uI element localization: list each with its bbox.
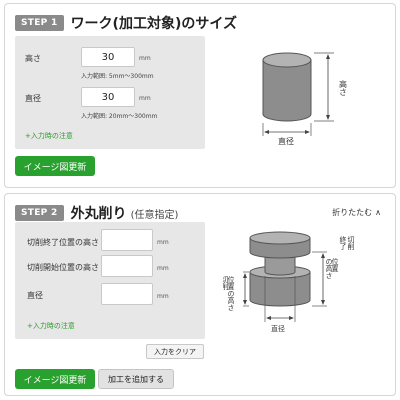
diameter-arrow-left [264, 130, 269, 134]
cylinder-diagram: 高さ 直径 [262, 52, 348, 146]
step1-note-link[interactable]: +入力時の注意 [25, 131, 73, 141]
height-range-hint: 入力範囲: 5mm〜300mm [81, 73, 154, 80]
start-height-input[interactable] [101, 255, 153, 277]
start-arrow-top [243, 273, 247, 278]
step1-update-image-button[interactable]: イメージ図更新 [15, 156, 95, 176]
outer-turning-diagram: 切削 開始 切削 終了 位置 の高さ 直径 [223, 231, 355, 333]
collapse-toggle[interactable]: 折りたたむ ∧ [332, 207, 381, 218]
height-dimension-label: 高さ [339, 79, 348, 96]
diameter-input[interactable] [81, 87, 135, 107]
diameter-arrow-right [305, 130, 310, 134]
step2-form-panel: 切削終了位置の高さ mm 切削開始位置の高さ mm 直径 mm +入力時の注意 [15, 222, 205, 339]
step1-card: STEP 1 ワーク(加工対象)のサイズ 高さ mm 入力範囲: 5mm〜300… [4, 3, 396, 188]
diameter-unit: mm [139, 95, 151, 102]
start-label-3: 位置 [227, 276, 235, 290]
end-label-2: 終了 [339, 235, 347, 250]
end-label-1: 切削 [347, 236, 355, 250]
step2-card: STEP 2 外丸削り (任意指定) 折りたたむ ∧ 切削終了位置の高さ mm … [4, 193, 396, 396]
diameter-label: 直径 [25, 94, 41, 103]
add-machining-button[interactable]: 加工を追加する [98, 369, 174, 389]
height-label: 高さ [25, 54, 41, 63]
end-arrow-bottom [321, 300, 325, 305]
cut-diameter-arrow-left [266, 316, 271, 320]
diameter-dimension-label: 直径 [278, 136, 294, 146]
height-arrow-top [326, 54, 330, 59]
cut-diameter-label: 直径 [27, 291, 43, 300]
start-height-unit: mm [157, 265, 169, 272]
step2-badge: STEP 2 [15, 205, 64, 221]
end-height-label: 切削終了位置の高さ [27, 238, 99, 247]
cut-diameter-input[interactable] [101, 283, 153, 305]
step2-header: STEP 2 外丸削り (任意指定) [15, 203, 178, 223]
height-arrow-bottom [326, 115, 330, 120]
clear-input-button[interactable]: 入力をクリア [146, 344, 204, 359]
end-label-4: の高さ [325, 258, 333, 280]
diameter-range-hint: 入力範囲: 20mm〜300mm [81, 113, 158, 120]
chevron-up-icon: ∧ [375, 208, 381, 217]
step1-form-panel: 高さ mm 入力範囲: 5mm〜300mm 直径 mm 入力範囲: 20mm〜3… [15, 36, 205, 149]
step2-subtitle: (任意指定) [130, 209, 179, 221]
start-label-rest: 位置の高さ [227, 276, 235, 332]
cut-diameter-arrow-right [289, 316, 294, 320]
cut-diameter-dimension-label: 直径 [271, 324, 285, 333]
cylinder-top [262, 52, 312, 68]
cut-diameter-unit: mm [157, 293, 169, 300]
upper-top-face [249, 231, 311, 245]
step1-header: STEP 1 ワーク(加工対象)のサイズ [15, 13, 237, 33]
height-input[interactable] [81, 47, 135, 67]
start-arrow-bottom [243, 300, 247, 305]
height-unit: mm [139, 55, 151, 62]
start-label-4: の高さ [227, 290, 235, 311]
collapse-label: 折りたたむ [332, 208, 373, 217]
cylinder-body [262, 59, 312, 122]
step1-title: ワーク(加工対象)のサイズ [70, 16, 237, 32]
step2-note-link[interactable]: +入力時の注意 [27, 321, 75, 331]
end-height-unit: mm [157, 239, 169, 246]
step2-update-image-button[interactable]: イメージ図更新 [15, 369, 95, 389]
step1-badge: STEP 1 [15, 15, 64, 31]
start-height-label: 切削開始位置の高さ [27, 263, 99, 272]
end-height-input[interactable] [101, 229, 153, 251]
step2-title: 外丸削り [70, 206, 127, 222]
